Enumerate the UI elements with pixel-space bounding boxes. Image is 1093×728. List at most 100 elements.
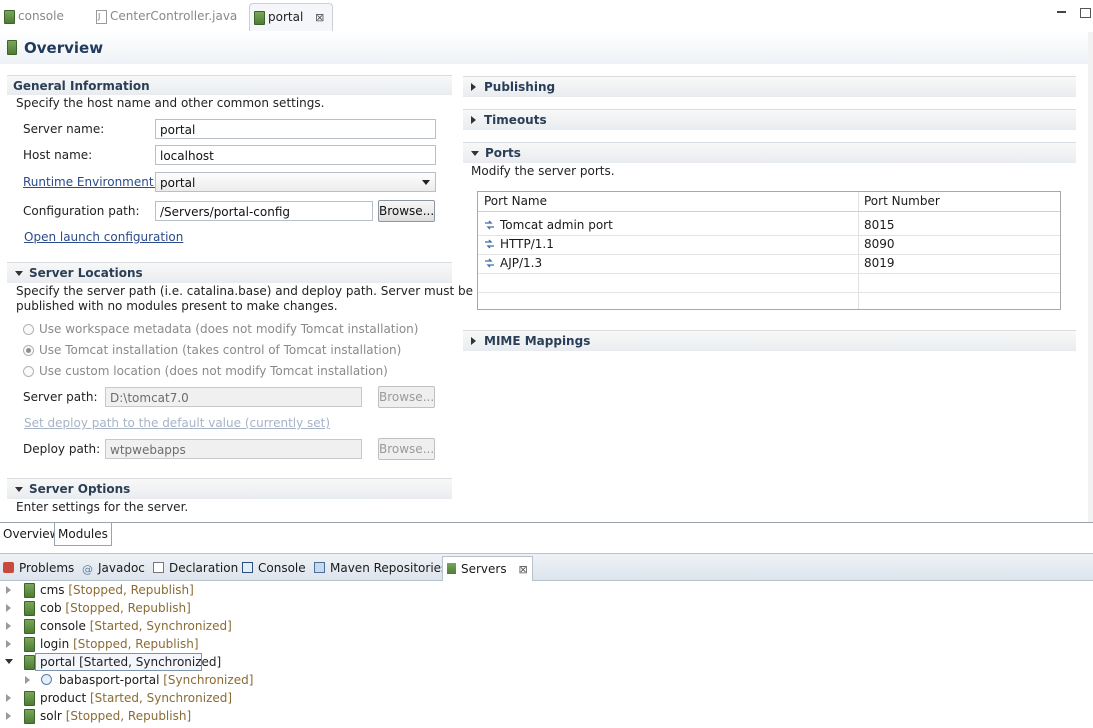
section-title: MIME Mappings [484,334,591,348]
radio-tomcat-installation[interactable] [23,345,34,356]
deploy-path-browse-button: Browse... [378,438,435,460]
runtime-environment-value: portal [160,176,196,190]
server-status: [Started, Synchronized] [79,655,222,669]
minimize-icon[interactable] [1057,11,1066,13]
expand-arrow-icon[interactable] [6,712,11,720]
mime-mappings-header[interactable]: MIME Mappings [463,330,1076,351]
server-name: cms [40,583,65,597]
server-icon [24,637,35,652]
view-tab-bar: Problems @ Javadoc Declaration Console Ma… [0,553,1093,581]
tab-problems[interactable]: Problems [3,558,74,578]
browse-button[interactable]: Browse... [378,200,435,222]
port-name: HTTP/1.1 [500,237,554,251]
expand-arrow-icon[interactable] [6,640,11,648]
editor-tab-portal[interactable]: portal ⊠ [249,3,334,31]
port-number[interactable]: 8015 [864,216,895,235]
runtime-environment-select[interactable]: portal [155,172,436,192]
column-header-port-name[interactable]: Port Name [484,192,547,211]
ports-header[interactable]: Ports [463,142,1076,163]
server-locations-description-2: published with no modules present to mak… [16,299,338,313]
port-icon [485,239,494,249]
radio-label: Use Tomcat installation (takes control o… [39,343,402,357]
deploy-path-input: wtpwebapps [105,439,362,459]
server-icon [24,601,35,616]
server-locations-description-1: Specify the server path (i.e. catalina.b… [16,284,474,298]
editor-page-tabs: Overview Modules [0,522,1093,547]
configuration-path-input[interactable]: /Servers/portal-config [155,201,373,221]
server-icon [4,10,15,24]
expand-arrow-icon[interactable] [6,604,11,612]
overview-header: Overview [0,32,1088,64]
close-icon[interactable]: ⊠ [315,11,324,24]
server-status: [Stopped, Republish] [65,709,192,723]
expanded-triangle-icon [471,151,479,156]
editor-tab-label: CenterController.java [110,9,238,23]
radio-custom-location[interactable] [23,366,34,377]
radio-label: Use custom location (does not modify Tom… [39,364,388,378]
tab-servers[interactable]: Servers ⊠ [442,556,533,581]
expand-arrow-icon[interactable] [6,694,11,702]
tab-javadoc[interactable]: @ Javadoc [82,558,145,578]
port-name: AJP/1.3 [500,256,543,270]
radio-workspace-metadata[interactable] [23,324,34,335]
server-options-header[interactable]: Server Options [7,478,452,499]
tab-declaration[interactable]: Declaration [153,558,238,578]
editor-tab-center-controller[interactable]: CenterController.java [92,3,238,30]
tab-label: Javadoc [98,561,145,575]
declaration-icon [153,562,164,573]
server-name: portal [40,655,76,669]
expand-arrow-icon[interactable] [25,676,30,684]
column-header-port-number[interactable]: Port Number [864,192,940,211]
tab-console[interactable]: Console [242,558,306,578]
console-icon [242,562,253,573]
problems-icon [3,562,14,573]
server-name-label: Server name: [23,122,105,136]
set-default-deploy-path-link: Set deploy path to the default value (cu… [24,416,331,430]
server-status: [Stopped, Republish] [73,637,199,651]
host-name-input[interactable]: localhost [155,145,436,165]
tab-label: Problems [19,561,75,575]
collapsed-triangle-icon [471,83,476,91]
server-icon [24,709,35,724]
table-row[interactable]: Tomcat admin port 8015 [478,216,1060,236]
server-name-input[interactable]: portal [155,119,436,139]
tab-label: Declaration [169,561,239,575]
server-name: product [40,691,87,705]
java-file-icon [96,4,107,30]
tab-maven-repositories[interactable]: Maven Repositories [314,558,447,578]
port-number[interactable]: 8019 [864,254,895,273]
maximize-icon[interactable] [1080,8,1091,18]
expand-arrow-icon[interactable] [6,586,11,594]
editor-tab-console[interactable]: console [0,3,64,29]
editor-tab-label: portal [268,10,304,24]
server-status: [Started, Synchronized] [89,619,232,633]
general-information-header[interactable]: General Information [7,75,452,95]
port-icon [485,220,494,230]
scrollbar[interactable] [1088,32,1093,522]
expanded-triangle-icon [15,487,23,492]
section-title: Timeouts [484,113,547,127]
publishing-header[interactable]: Publishing [463,76,1076,97]
configuration-path-label: Configuration path: [23,204,140,218]
chevron-down-icon [422,180,430,185]
expanded-triangle-icon [15,271,23,276]
open-launch-configuration-link[interactable]: Open launch configuration [24,230,183,244]
expand-arrow-icon[interactable] [6,622,11,630]
server-locations-header[interactable]: Server Locations [7,262,452,283]
list-item-selected[interactable]: portal [Started, Synchronized] [0,653,221,671]
table-row[interactable]: AJP/1.3 8019 [478,254,1060,274]
close-icon[interactable]: ⊠ [518,563,527,576]
timeouts-header[interactable]: Timeouts [463,109,1076,130]
runtime-environment-link[interactable]: Runtime Environment: [23,175,158,189]
section-title: Publishing [484,80,556,94]
module-icon [41,674,52,685]
page-title: Overview [24,39,104,57]
server-icon [24,691,35,706]
editor-tab-label: console [18,9,64,23]
server-icon [24,583,35,598]
tab-modules[interactable]: Modules [54,523,112,546]
collapse-arrow-icon[interactable] [5,659,13,664]
table-row[interactable]: HTTP/1.1 8090 [478,235,1060,255]
section-title: Ports [485,146,521,160]
port-number[interactable]: 8090 [864,235,895,254]
